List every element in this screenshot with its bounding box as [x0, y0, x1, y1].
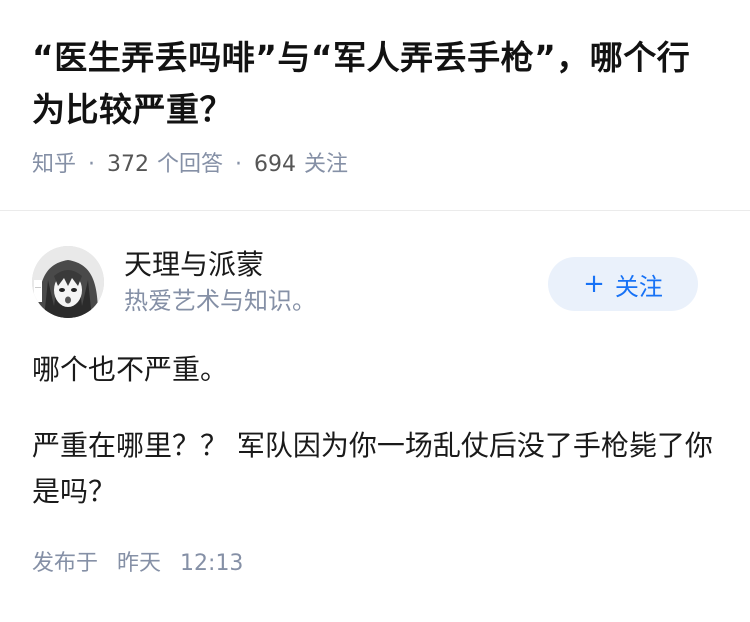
answer-paragraph: 严重在哪里？？ 军队因为你一场乱仗后没了手枪毙了你是吗？: [32, 429, 713, 508]
section-divider: [0, 210, 750, 211]
separator-dot: ·: [88, 152, 96, 177]
question-meta: 知乎 · 372 个回答 · 694 关注: [32, 148, 718, 182]
publish-label: 发布于: [32, 551, 99, 576]
follower-count-label[interactable]: 关注: [304, 148, 348, 182]
question-title[interactable]: “医生弄丢吗啡”与“军人弄丢手枪”，哪个行为比较严重？: [32, 32, 718, 136]
answer-content: 哪个也不严重。 严重在哪里？？ 军队因为你一场乱仗后没了手枪毙了你是吗？: [32, 347, 718, 515]
author-bio: 热爱艺术与知识。: [124, 287, 316, 315]
question-header: “医生弄丢吗啡”与“军人弄丢手枪”，哪个行为比较严重？ 知乎 · 372 个回答…: [0, 0, 750, 182]
follower-count: 694: [254, 152, 297, 177]
plus-icon: +: [583, 269, 605, 299]
source-label[interactable]: 知乎: [32, 148, 76, 182]
publish-time: 发布于 昨天 12:13: [32, 545, 718, 577]
answer-count-label[interactable]: 个回答: [157, 148, 223, 182]
publish-clock: 12:13: [180, 551, 244, 576]
publish-day: 昨天: [117, 551, 162, 576]
follow-button-label: 关注: [614, 272, 663, 301]
answer-count: 372: [107, 152, 150, 177]
anime-avatar-icon[interactable]: …: [32, 246, 104, 318]
follow-button[interactable]: + 关注: [548, 257, 698, 311]
author-row: … 天理与派蒙 热爱艺术与知识。 + 关注: [32, 245, 718, 319]
author-info: 天理与派蒙 热爱艺术与知识。: [124, 247, 316, 317]
answer-card: … 天理与派蒙 热爱艺术与知识。 + 关注 哪个也不严重。 严重在哪里？？ 军队…: [0, 245, 750, 577]
author-name[interactable]: 天理与派蒙: [124, 247, 316, 283]
separator-dot: ·: [235, 152, 243, 177]
svg-text:…: …: [35, 283, 41, 290]
answer-paragraph: 哪个也不严重。: [32, 353, 229, 386]
